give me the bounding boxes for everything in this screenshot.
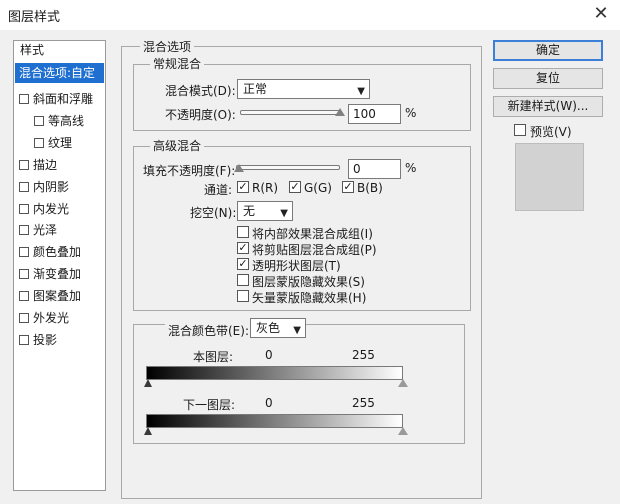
vector-mask-hides-checkbox[interactable]: [237, 290, 249, 302]
style-item-outer-glow[interactable]: 外发光: [19, 308, 103, 328]
style-item-color-overlay[interactable]: 颜色叠加: [19, 242, 103, 262]
blend-clipped-layers-checkbox[interactable]: ✓: [237, 242, 249, 254]
blend-interior-effects-label: 将内部效果混合成组(I): [252, 227, 373, 241]
close-icon[interactable]: ✕: [590, 3, 612, 25]
style-item-pattern-overlay[interactable]: 图案叠加: [19, 286, 103, 306]
channel-r-label: R(R): [252, 181, 279, 195]
checkbox[interactable]: [19, 335, 29, 345]
blend-mode-label: 混合模式(D):: [165, 84, 236, 98]
blend-if-label: 混合颜色带(E):: [165, 322, 252, 339]
window-title: 图层样式: [8, 10, 61, 25]
fill-opacity-unit: %: [405, 161, 417, 175]
new-style-button[interactable]: 新建样式(W)...: [493, 96, 603, 117]
underlying-layer-high: 255: [352, 396, 375, 410]
this-layer-high: 255: [352, 348, 375, 362]
vector-mask-hides-label: 矢量蒙版隐藏效果(H): [252, 291, 367, 305]
blend-clipped-layers-label: 将剪贴图层混合成组(P): [252, 243, 377, 257]
underlying-layer-white-thumb[interactable]: [398, 427, 408, 435]
chevron-down-icon: ▼: [280, 208, 288, 219]
checkbox[interactable]: [19, 247, 29, 257]
channel-g-label: G(G): [304, 181, 332, 195]
checkbox[interactable]: [19, 313, 29, 323]
fill-opacity-input[interactable]: 0: [348, 159, 401, 179]
ok-button[interactable]: 确定: [493, 40, 603, 61]
channels-label: 通道:: [204, 183, 233, 197]
this-layer-black-thumb[interactable]: [144, 379, 152, 387]
fill-opacity-label: 填充不透明度(F):: [143, 164, 236, 178]
blend-interior-effects-checkbox[interactable]: [237, 226, 249, 238]
blend-if-select[interactable]: 灰色 ▼: [250, 318, 306, 338]
checkbox[interactable]: [19, 204, 29, 214]
channel-g-checkbox[interactable]: ✓: [289, 181, 301, 193]
channel-b-checkbox[interactable]: ✓: [342, 181, 354, 193]
style-item-inner-glow[interactable]: 内发光: [19, 199, 103, 219]
underlying-layer-gradient: [146, 414, 403, 428]
opacity-input[interactable]: 100: [348, 104, 401, 124]
style-item-satin[interactable]: 光泽: [19, 220, 103, 240]
checkbox[interactable]: [19, 160, 29, 170]
general-blending-title: 常规混合: [150, 55, 205, 72]
transparency-shapes-label: 透明形状图层(T): [252, 259, 341, 273]
opacity-unit: %: [405, 106, 417, 120]
checkbox[interactable]: [19, 182, 29, 192]
transparency-shapes-checkbox[interactable]: ✓: [237, 258, 249, 270]
title-bar: [0, 0, 620, 30]
this-layer-white-thumb[interactable]: [398, 379, 408, 387]
blend-options-title: 混合选项: [140, 38, 195, 55]
opacity-slider-thumb[interactable]: [335, 108, 345, 116]
channel-r-checkbox[interactable]: ✓: [237, 181, 249, 193]
underlying-layer-label: 下一图层:: [183, 398, 236, 412]
style-item-stroke[interactable]: 描边: [19, 155, 103, 175]
channel-b-label: B(B): [357, 181, 383, 195]
preview-label: 预览(V): [530, 125, 572, 139]
underlying-layer-low: 0: [265, 396, 273, 410]
preview-swatch: [515, 143, 584, 211]
style-item-contour[interactable]: 等高线: [34, 111, 103, 131]
style-item-gradient-overlay[interactable]: 渐变叠加: [19, 264, 103, 284]
style-item-blending-options[interactable]: 混合选项:自定: [15, 63, 104, 83]
reset-button[interactable]: 复位: [493, 68, 603, 89]
layer-mask-hides-label: 图层蒙版隐藏效果(S): [252, 275, 365, 289]
knockout-label: 挖空(N):: [190, 206, 237, 220]
opacity-slider-track[interactable]: [240, 110, 340, 115]
this-layer-gradient: [146, 366, 403, 380]
style-item-inner-shadow[interactable]: 内阴影: [19, 177, 103, 197]
checkbox[interactable]: [34, 138, 44, 148]
style-item-texture[interactable]: 纹理: [34, 133, 103, 153]
styles-panel-title[interactable]: 样式: [20, 41, 44, 58]
checkbox[interactable]: [19, 291, 29, 301]
fill-opacity-slider-thumb[interactable]: [234, 164, 244, 172]
checkbox[interactable]: [19, 225, 29, 235]
opacity-label: 不透明度(O):: [165, 108, 236, 122]
chevron-down-icon: ▼: [357, 86, 365, 97]
checkbox[interactable]: [19, 94, 29, 104]
preview-checkbox[interactable]: [514, 124, 526, 136]
fill-opacity-slider-track[interactable]: [236, 165, 340, 170]
advanced-blending-title: 高级混合: [150, 137, 205, 154]
underlying-layer-black-thumb[interactable]: [144, 427, 152, 435]
style-item-drop-shadow[interactable]: 投影: [19, 330, 103, 350]
this-layer-low: 0: [265, 348, 273, 362]
checkbox[interactable]: [34, 116, 44, 126]
chevron-down-icon: ▼: [293, 325, 301, 336]
layer-mask-hides-checkbox[interactable]: [237, 274, 249, 286]
this-layer-label: 本图层:: [193, 350, 234, 364]
checkbox[interactable]: [19, 269, 29, 279]
knockout-select[interactable]: 无 ▼: [237, 201, 293, 221]
blend-mode-select[interactable]: 正常 ▼: [237, 79, 370, 99]
style-item-bevel-emboss[interactable]: 斜面和浮雕: [19, 89, 103, 109]
